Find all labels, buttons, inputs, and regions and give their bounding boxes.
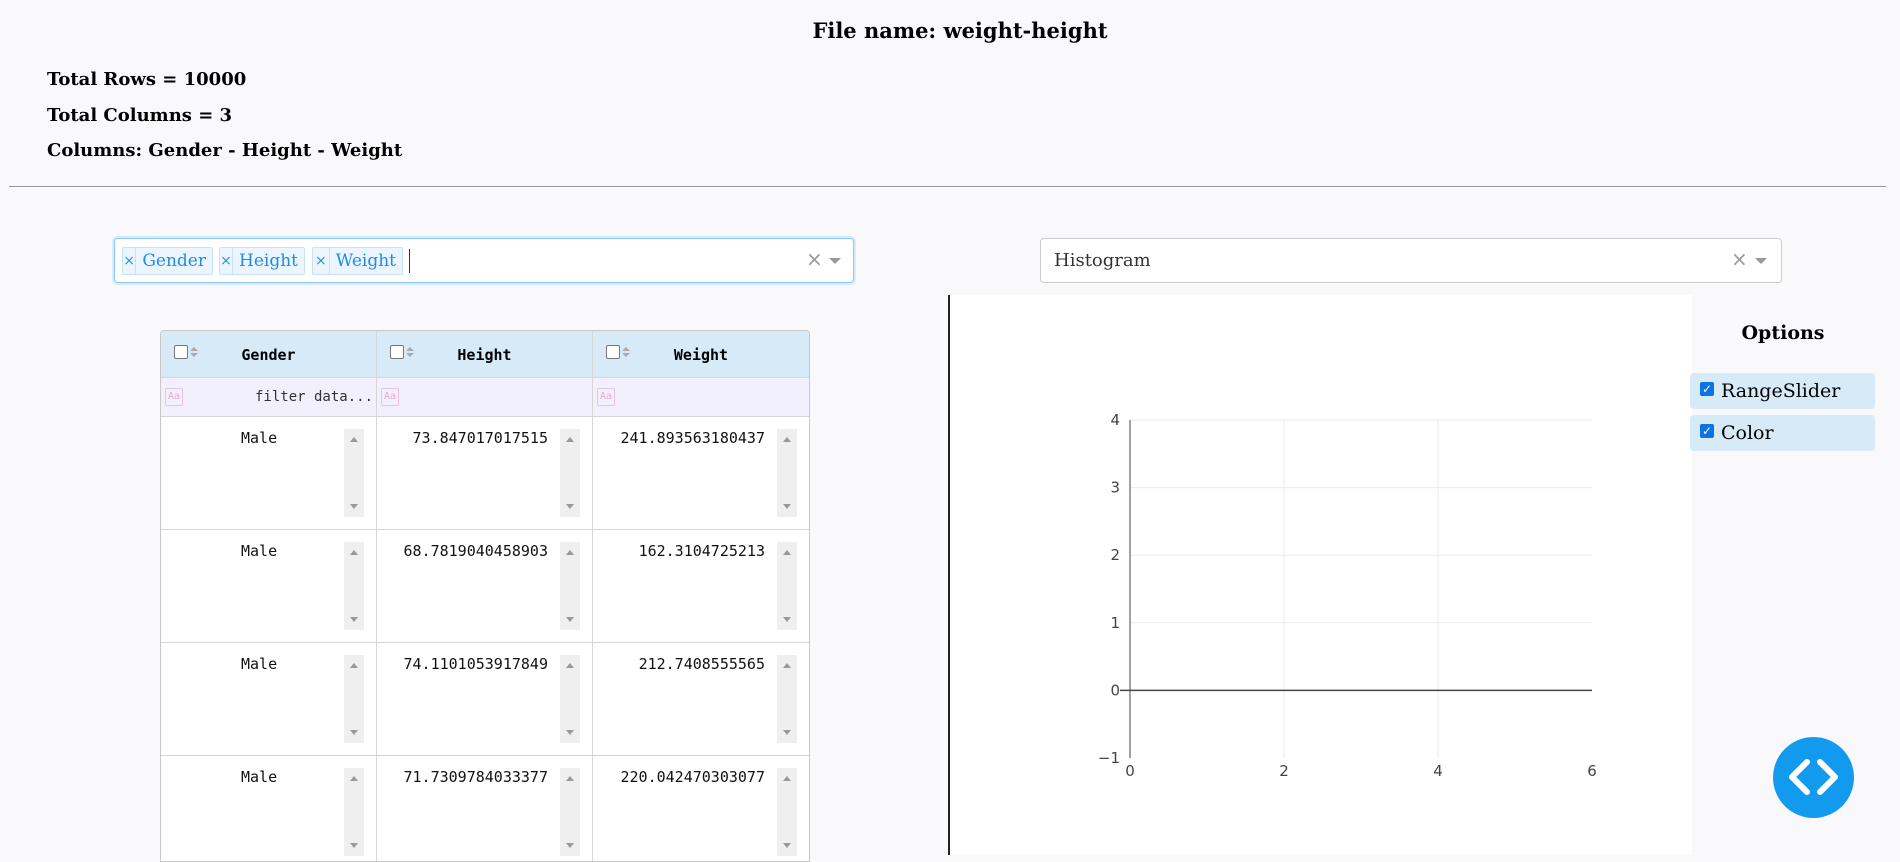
column-header-weight: Weight [593, 331, 809, 378]
remove-tag-icon[interactable]: × [220, 248, 233, 274]
table-row: Male 68.7819040458903 162.3104725213 [161, 530, 809, 643]
cell-value: Male [241, 655, 278, 673]
tag-weight: × Weight [312, 247, 403, 275]
y-tick-label: 3 [1110, 479, 1120, 497]
cell-value: 220.042470303077 [620, 768, 766, 786]
column-header-gender: Gender [161, 331, 377, 378]
cell-weight[interactable]: 220.042470303077 [593, 756, 809, 861]
cell-scrollbar[interactable] [560, 655, 580, 743]
cell-gender[interactable]: Male [161, 756, 377, 861]
cell-weight[interactable]: 162.3104725213 [593, 530, 809, 643]
file-name-title: File name: weight-height [812, 18, 1108, 43]
cell-gender[interactable]: Male [161, 417, 377, 530]
option-rangeslider[interactable]: ✓ RangeSlider [1690, 373, 1875, 409]
cell-gender[interactable]: Male [161, 643, 377, 756]
y-tick-label: 4 [1110, 411, 1120, 429]
code-toggle-button[interactable] [1773, 737, 1854, 818]
filter-cell-height[interactable]: Aa [377, 378, 593, 417]
cell-value: 71.7309784033377 [403, 768, 549, 786]
remove-tag-icon[interactable]: × [123, 248, 137, 274]
cell-scrollbar[interactable] [560, 542, 580, 630]
cell-value: 68.7819040458903 [403, 542, 549, 560]
cell-scrollbar[interactable] [344, 655, 364, 743]
cell-value: 212.7408555565 [638, 655, 765, 673]
tag-gender: × Gender [122, 247, 213, 275]
y-tick-label: −1 [1098, 749, 1120, 767]
filter-cell-gender[interactable]: Aa filter data... [161, 378, 377, 417]
cell-weight[interactable]: 212.7408555565 [593, 643, 809, 756]
case-toggle-icon[interactable]: Aa [381, 388, 399, 406]
columns-list-text: Columns: Gender - Height - Weight [47, 140, 403, 161]
text-cursor [409, 249, 410, 273]
tag-label: Height [239, 251, 298, 271]
tag-height: × Height [219, 247, 305, 275]
cell-scrollbar[interactable] [344, 768, 364, 856]
filter-cell-weight[interactable]: Aa [593, 378, 809, 417]
x-tick-label: 4 [1433, 762, 1443, 780]
y-tick-label: 2 [1110, 546, 1120, 564]
cell-gender[interactable]: Male [161, 530, 377, 643]
cell-scrollbar[interactable] [777, 768, 797, 856]
cell-height[interactable]: 68.7819040458903 [377, 530, 593, 643]
cell-value: Male [241, 429, 278, 447]
column-multi-select[interactable]: × Gender × Height × Weight × [114, 238, 854, 283]
checkbox-checked-icon[interactable]: ✓ [1700, 424, 1714, 438]
cell-scrollbar[interactable] [560, 768, 580, 856]
cell-value: Male [241, 542, 278, 560]
cell-scrollbar[interactable] [344, 542, 364, 630]
histogram-chart[interactable]: 4 3 2 1 0 −1 0 2 4 6 [948, 295, 1692, 855]
y-tick-label: 0 [1110, 681, 1120, 699]
tag-label: Gender [142, 251, 206, 271]
x-tick-label: 6 [1587, 762, 1597, 780]
x-tick-label: 2 [1279, 762, 1289, 780]
cell-scrollbar[interactable] [777, 655, 797, 743]
cell-scrollbar[interactable] [777, 429, 797, 517]
clear-icon[interactable]: × [1731, 247, 1748, 271]
table-row: Male 71.7309784033377 220.042470303077 [161, 756, 809, 861]
cell-value: 73.847017017515 [412, 429, 548, 447]
options-title: Options [1741, 322, 1825, 344]
total-rows-text: Total Rows = 10000 [47, 69, 247, 90]
column-header-label: Gender [241, 346, 296, 364]
cell-scrollbar[interactable] [344, 429, 364, 517]
code-icon [1789, 759, 1838, 795]
chart-type-select[interactable]: Histogram × [1040, 238, 1782, 283]
option-label: Color [1721, 422, 1774, 444]
cell-value: 241.893563180437 [620, 429, 766, 447]
total-columns-text: Total Columns = 3 [47, 105, 233, 126]
column-header-label: Height [457, 346, 512, 364]
tag-label: Weight [335, 251, 396, 271]
case-toggle-icon[interactable]: Aa [597, 388, 615, 406]
filter-input[interactable]: filter data... [255, 389, 373, 405]
checkbox-checked-icon[interactable]: ✓ [1700, 382, 1714, 396]
table-row: Male 73.847017017515 241.893563180437 [161, 417, 809, 530]
cell-weight[interactable]: 241.893563180437 [593, 417, 809, 530]
option-label: RangeSlider [1721, 380, 1841, 402]
option-color[interactable]: ✓ Color [1690, 415, 1875, 451]
chevron-down-icon[interactable] [829, 258, 841, 264]
chart-svg: 4 3 2 1 0 −1 0 2 4 6 [1098, 411, 1597, 780]
cell-value: Male [241, 768, 278, 786]
table-row: Male 74.1101053917849 212.7408555565 [161, 643, 809, 756]
table-header-row: Gender Height Weight [161, 331, 809, 378]
cell-height[interactable]: 71.7309784033377 [377, 756, 593, 861]
cell-value: 162.3104725213 [638, 542, 765, 560]
column-header-height: Height [377, 331, 593, 378]
cell-height[interactable]: 74.1101053917849 [377, 643, 593, 756]
divider [9, 186, 1886, 187]
y-tick-label: 1 [1110, 614, 1120, 632]
cell-scrollbar[interactable] [777, 542, 797, 630]
case-toggle-icon[interactable]: Aa [165, 388, 183, 406]
cell-value: 74.1101053917849 [403, 655, 549, 673]
clear-icon[interactable]: × [806, 247, 823, 271]
x-tick-label: 0 [1125, 762, 1135, 780]
filter-row: Aa filter data... Aa Aa [161, 378, 809, 417]
cell-scrollbar[interactable] [560, 429, 580, 517]
column-header-label: Weight [673, 346, 729, 364]
cell-height[interactable]: 73.847017017515 [377, 417, 593, 530]
chevron-down-icon[interactable] [1755, 258, 1767, 264]
remove-tag-icon[interactable]: × [313, 248, 330, 274]
data-table: Gender Height Weight Aa filter data... A… [160, 330, 810, 862]
chart-type-value: Histogram [1054, 250, 1151, 271]
